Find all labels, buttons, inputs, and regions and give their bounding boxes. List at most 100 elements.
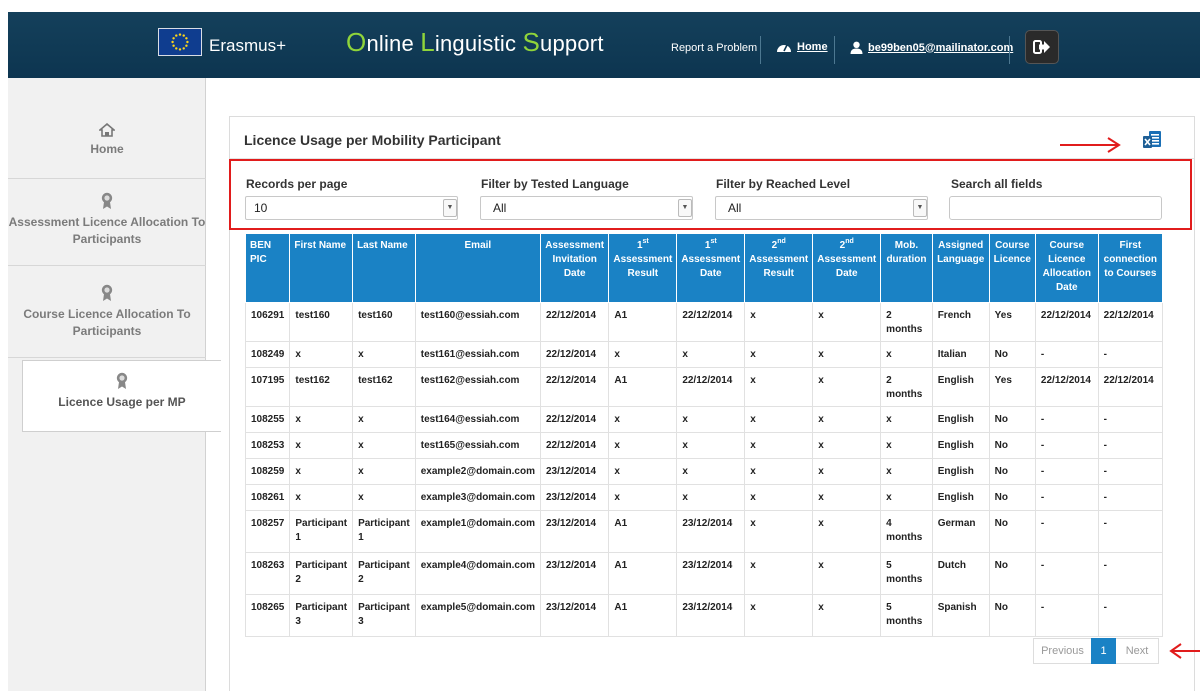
table-cell: Yes xyxy=(988,367,1036,407)
reached-level-select[interactable]: All ▼ xyxy=(715,196,928,220)
table-cell: x xyxy=(676,341,746,368)
user-icon xyxy=(850,41,863,54)
table-row: 108253 x x test165@essiah.com 22/12/2014 x x x x… xyxy=(244,432,1164,459)
tested-language-label: Filter by Tested Language xyxy=(481,177,629,191)
table-cell: example3@domain.com xyxy=(414,484,541,511)
table-cell: x xyxy=(744,510,814,553)
column-header[interactable]: Course Licence Allocation Date xyxy=(1034,233,1099,303)
table-cell: x xyxy=(812,302,882,342)
award-icon xyxy=(101,192,113,209)
table-cell: A1 xyxy=(608,594,678,637)
tested-language-select[interactable]: All ▼ xyxy=(480,196,693,220)
column-header[interactable]: Mob. duration xyxy=(880,233,933,303)
column-header[interactable]: Email xyxy=(414,233,541,303)
table-cell: A1 xyxy=(608,552,678,595)
sidebar-item-licence-usage[interactable]: Licence Usage per MP xyxy=(22,360,221,432)
table-row: 107195 test162 test162 test162@essiah.com 22… xyxy=(244,367,1164,407)
table-cell: - xyxy=(1097,510,1164,553)
logout-button[interactable] xyxy=(1025,30,1059,64)
sidebar: Home Assessment Licence Allocation To Pa… xyxy=(8,78,221,691)
table-cell: x xyxy=(676,406,746,433)
table-cell: 22/12/2014 xyxy=(539,302,610,342)
column-header[interactable]: 2nd Assessment Result xyxy=(744,233,814,303)
user-account-link[interactable]: be99ben05@mailinator.com xyxy=(850,41,1013,54)
nav-divider xyxy=(760,36,761,64)
table-cell: 108253 xyxy=(244,432,291,459)
table-cell: 22/12/2014 xyxy=(676,367,746,407)
column-header[interactable]: Assessment Invitation Date xyxy=(539,233,610,303)
records-per-page-select[interactable]: 10 ▼ xyxy=(245,196,458,220)
table-cell: x xyxy=(744,458,814,485)
table-cell: x xyxy=(812,594,882,637)
table-cell: x xyxy=(289,341,354,368)
table-cell: test162@essiah.com xyxy=(414,367,541,407)
app-title-cap: L xyxy=(420,27,435,57)
award-icon xyxy=(116,372,128,389)
table-cell: x xyxy=(744,367,814,407)
report-problem-link[interactable]: Report a Problem xyxy=(671,42,757,54)
table-cell: German xyxy=(931,510,990,553)
table-cell: 22/12/2014 xyxy=(539,367,610,407)
page-title: Licence Usage per Mobility Participant xyxy=(244,132,501,148)
table-cell: 107195 xyxy=(244,367,291,407)
table-cell: x xyxy=(744,302,814,342)
column-header[interactable]: First Name xyxy=(289,233,354,303)
table-cell: - xyxy=(1097,341,1164,368)
app-title-text: upport xyxy=(540,31,604,56)
table-cell: x xyxy=(608,341,678,368)
table-cell: x xyxy=(880,432,933,459)
table-cell: 108261 xyxy=(244,484,291,511)
column-header[interactable]: Course Licence xyxy=(988,233,1036,303)
table-cell: 22/12/2014 xyxy=(1097,302,1164,342)
column-header[interactable]: 1st Assessment Date xyxy=(676,233,746,303)
table-cell: - xyxy=(1034,552,1099,595)
export-icon[interactable] xyxy=(1142,130,1162,150)
column-header[interactable]: First connection to Courses xyxy=(1097,233,1164,303)
table-cell: test161@essiah.com xyxy=(414,341,541,368)
search-label: Search all fields xyxy=(951,177,1043,191)
table-cell: 23/12/2014 xyxy=(676,552,746,595)
home-link[interactable]: Home xyxy=(776,41,828,53)
sidebar-item-assessment-licence[interactable]: Assessment Licence Allocation To Partici… xyxy=(8,184,206,266)
table-cell: x xyxy=(289,432,354,459)
eu-flag-icon xyxy=(158,28,202,56)
table-cell: No xyxy=(988,594,1036,637)
table-cell: x xyxy=(608,458,678,485)
reached-level-label: Filter by Reached Level xyxy=(716,177,851,191)
table-cell: 108249 xyxy=(244,341,291,368)
table-cell: Participant 1 xyxy=(352,510,416,553)
sidebar-item-course-licence[interactable]: Course Licence Allocation To Participant… xyxy=(8,276,206,358)
column-header[interactable]: 2nd Assessment Date xyxy=(812,233,882,303)
table-cell: No xyxy=(988,552,1036,595)
table-row: 108249 x x test161@essiah.com 22/12/2014 x x x x… xyxy=(244,341,1164,368)
table-cell: - xyxy=(1034,406,1099,433)
table-cell: English xyxy=(931,484,990,511)
column-header[interactable]: 1st Assessment Result xyxy=(608,233,678,303)
table-cell: 22/12/2014 xyxy=(539,432,610,459)
table-cell: 4 months xyxy=(880,510,933,553)
table-cell: 23/12/2014 xyxy=(539,594,610,637)
home-icon xyxy=(99,123,115,137)
table-row: 108265 Participant 3 Participant 3 example5… xyxy=(244,594,1164,637)
previous-page-button[interactable]: Previous xyxy=(1033,638,1091,664)
table-cell: x xyxy=(608,484,678,511)
table-cell: x xyxy=(352,458,416,485)
table-cell: 108265 xyxy=(244,594,291,637)
annotation-arrow xyxy=(1169,643,1200,659)
table-cell: 108255 xyxy=(244,406,291,433)
table-cell: x xyxy=(676,458,746,485)
table-cell: test160 xyxy=(352,302,416,342)
current-page-button[interactable]: 1 xyxy=(1091,638,1116,664)
table-cell: x xyxy=(812,484,882,511)
table-cell: - xyxy=(1097,484,1164,511)
table-cell: - xyxy=(1034,341,1099,368)
column-header[interactable]: BEN PIC xyxy=(244,233,291,303)
search-input[interactable] xyxy=(949,196,1162,220)
table-header-row: BEN PIC First Name Last Name Email Asses… xyxy=(244,233,1164,303)
column-header[interactable]: Assigned Language xyxy=(931,233,990,303)
column-header[interactable]: Last Name xyxy=(352,233,416,303)
next-page-button[interactable]: Next xyxy=(1116,638,1159,664)
sidebar-item-home[interactable]: Home xyxy=(8,123,206,179)
nav-divider xyxy=(1009,36,1010,64)
table-row: 108263 Participant 2 Participant 2 example4… xyxy=(244,552,1164,595)
